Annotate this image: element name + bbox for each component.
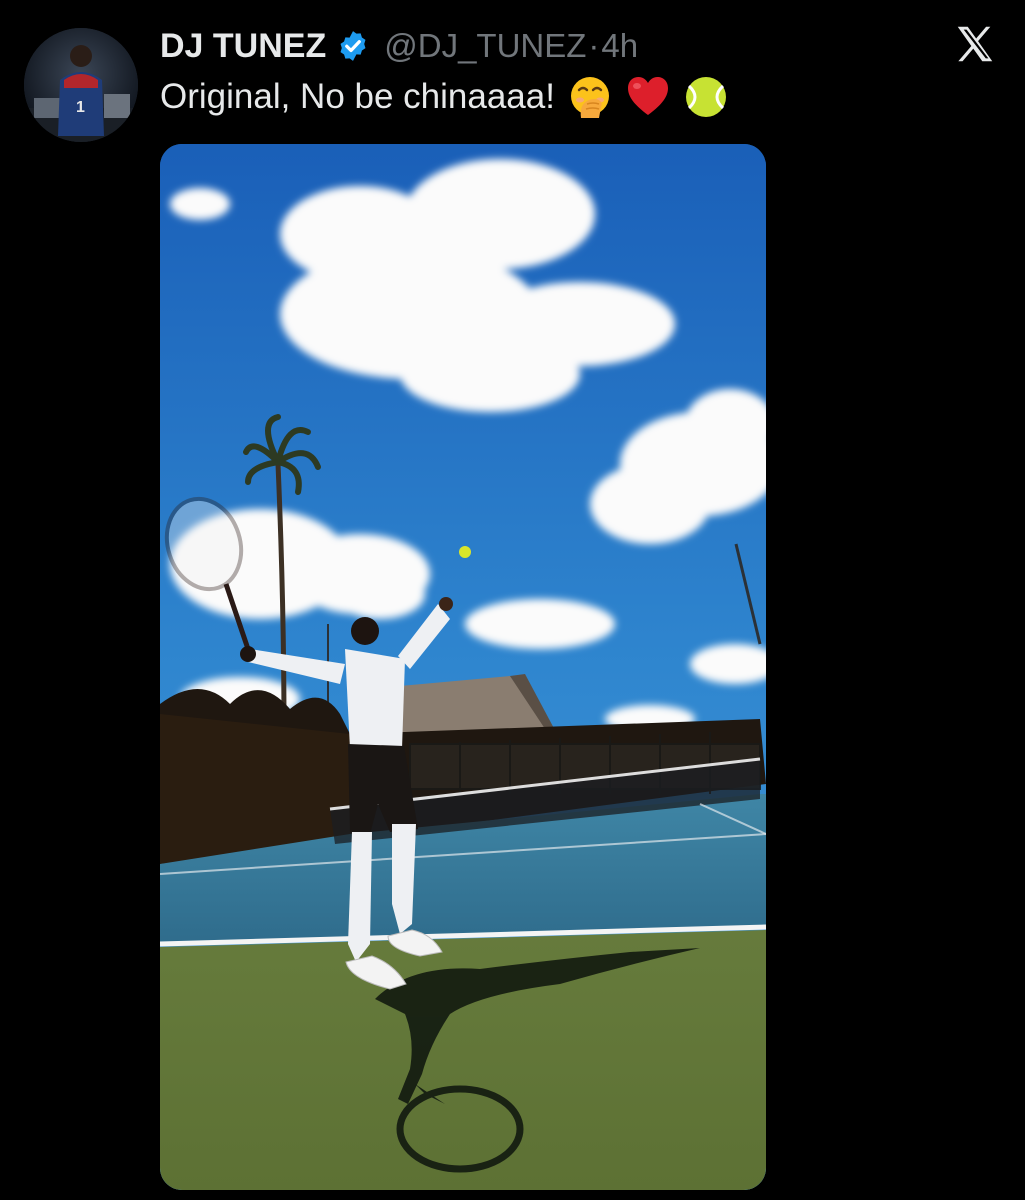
author-handle[interactable]: @DJ_TUNEZ [384,27,586,65]
face-with-hand-over-mouth-icon [567,74,613,120]
avatar-image: 1 [24,28,138,142]
red-heart-icon [625,74,671,120]
timestamp[interactable]: 4h [601,27,638,65]
tweet-header: DJ TUNEZ @DJ_TUNEZ · 4h [160,24,638,68]
avatar-jersey-number: 1 [76,99,85,116]
avatar[interactable]: 1 [24,28,138,142]
tweet-text: Original, No be chinaaaa! [160,77,555,116]
author-name[interactable]: DJ TUNEZ [160,27,326,66]
x-logo-icon [952,22,998,68]
tennis-photo-image [160,144,766,1190]
tweet-text-row: Original, No be chinaaaa! [160,74,729,120]
tennis-ball-icon [683,74,729,120]
tennis-ball [459,546,471,558]
separator-dot: · [588,27,600,64]
tweet-photo[interactable] [160,144,766,1190]
verified-badge-icon [336,29,370,63]
